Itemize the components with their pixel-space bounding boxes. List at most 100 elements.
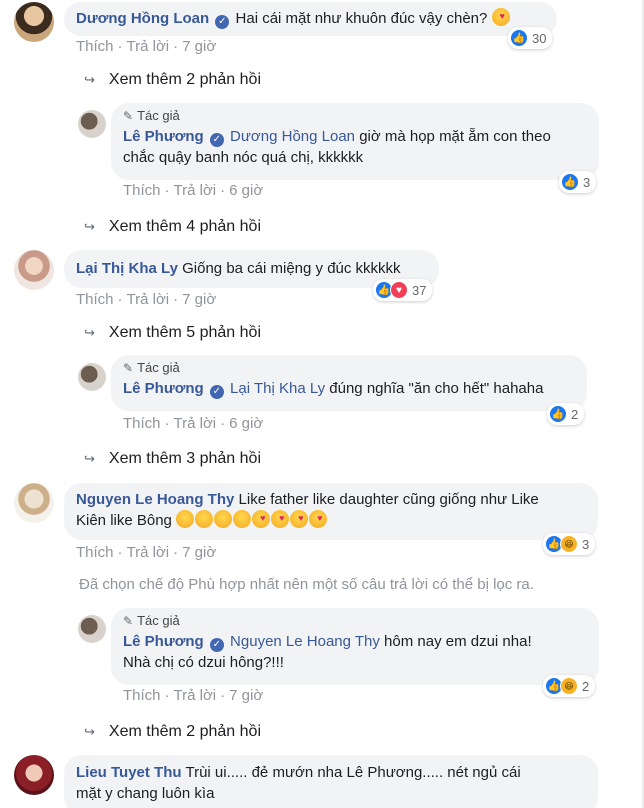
avatar[interactable] xyxy=(78,363,106,391)
comment-author[interactable]: Nguyen Le Hoang Thy xyxy=(76,491,234,508)
reply-link[interactable]: Trả lời xyxy=(174,415,217,432)
mention-link[interactable]: Dương Hồng Loan xyxy=(230,128,355,145)
comment-author[interactable]: Lê Phương xyxy=(123,633,204,650)
like-reaction-icon: 👍 xyxy=(561,173,579,191)
haha-reaction-icon: 😆 xyxy=(560,535,578,553)
reply-bubble: ✎ Tác giả Lê Phương ✓ Nguyen Le Hoang Thy… xyxy=(111,608,599,685)
comment-time[interactable]: 7 giờ xyxy=(182,544,216,561)
avatar[interactable] xyxy=(78,110,106,138)
smiling-hearts-emoji-icon xyxy=(252,508,271,529)
reply-arrow-icon: ↪ xyxy=(84,325,95,340)
comment-actions: Thích · Trả lời · 7 giờ xyxy=(123,687,264,704)
comment-text: chắc quậy banh nóc quá chị, kkkkkk xyxy=(123,149,364,166)
comment-text: mặt y chang luôn kìa xyxy=(76,785,215,802)
like-link[interactable]: Thích xyxy=(76,544,114,561)
reply-arrow-icon: ↪ xyxy=(84,724,95,739)
heart-eyes-emoji-icon xyxy=(491,6,510,27)
comment-text: Giống ba cái miệng y đúc kkkkkk xyxy=(182,260,401,277)
reply-link[interactable]: Trả lời xyxy=(127,38,170,55)
comment-author[interactable]: Lại Thị Kha Ly xyxy=(76,260,178,277)
comment-author[interactable]: Dương Hồng Loan xyxy=(76,10,209,27)
comment-time[interactable]: 6 giờ xyxy=(229,415,263,432)
view-more-replies[interactable]: ↪ Xem thêm 3 phản hồi xyxy=(84,450,261,468)
laughing-emoji-icon xyxy=(195,510,214,528)
verified-badge-icon: ✓ xyxy=(209,638,224,652)
emoji-row xyxy=(176,508,328,529)
comment-author[interactable]: Lê Phương xyxy=(123,128,204,145)
avatar[interactable] xyxy=(14,250,54,290)
author-badge: ✎ Tác giả xyxy=(123,613,180,628)
laughing-emoji-icon xyxy=(176,510,195,528)
avatar[interactable] xyxy=(78,615,106,643)
smiling-hearts-emoji-icon xyxy=(290,508,309,529)
comment-text: giờ mà họp mặt ẵm con theo xyxy=(359,128,551,145)
pen-icon: ✎ xyxy=(123,361,134,375)
reaction-summary[interactable]: 👍 30 xyxy=(508,27,553,49)
reaction-summary[interactable]: 👍 3 xyxy=(559,171,597,193)
like-link[interactable]: Thích xyxy=(123,182,161,199)
comment-actions: Thích · Trả lời · 6 giờ xyxy=(123,415,264,432)
avatar[interactable] xyxy=(14,2,54,42)
reply-bubble: ✎ Tác giả Lê Phương ✓ Lại Thị Kha Ly đúng… xyxy=(111,355,587,411)
pen-icon: ✎ xyxy=(123,614,134,628)
view-more-replies[interactable]: ↪ Xem thêm 2 phản hồi xyxy=(84,723,261,741)
comment-actions: Thích · Trả lời · 7 giờ xyxy=(76,291,217,308)
love-reaction-icon: ♥ xyxy=(390,281,408,299)
comment-actions: Thích · Trả lời · 7 giờ xyxy=(76,38,217,55)
reply-arrow-icon: ↪ xyxy=(84,219,95,234)
pen-icon: ✎ xyxy=(123,109,134,123)
comment-text: đúng nghĩa "ăn cho hết" hahaha xyxy=(329,380,544,397)
reply-link[interactable]: Trả lời xyxy=(174,687,217,704)
like-link[interactable]: Thích xyxy=(123,415,161,432)
comment-text: Kiên like Bông xyxy=(76,512,172,529)
reply-link[interactable]: Trả lời xyxy=(127,544,170,561)
author-badge: ✎ Tác giả xyxy=(123,360,180,375)
reaction-summary[interactable]: 👍 ♥ 37 xyxy=(373,279,433,301)
author-badge: ✎ Tác giả xyxy=(123,108,180,123)
comment-bubble: Dương Hồng Loan ✓ Hai cái mặt như khuôn … xyxy=(64,2,557,36)
mention-link[interactable]: Lại Thị Kha Ly xyxy=(230,380,325,397)
comment-actions: Thích · Trả lời · 6 giờ xyxy=(123,182,264,199)
view-more-replies[interactable]: ↪ Xem thêm 5 phản hồi xyxy=(84,324,261,342)
avatar[interactable] xyxy=(14,483,54,523)
verified-badge-icon: ✓ xyxy=(209,133,224,147)
reaction-summary[interactable]: 👍 😆 2 xyxy=(543,675,596,697)
reaction-count: 37 xyxy=(412,282,427,298)
reply-link[interactable]: Trả lời xyxy=(174,182,217,199)
reaction-count: 2 xyxy=(582,678,590,694)
comment-time[interactable]: 7 giờ xyxy=(229,687,263,704)
reaction-summary[interactable]: 👍 2 xyxy=(547,403,585,425)
laughing-emoji-icon xyxy=(233,510,252,528)
reply-link[interactable]: Trả lời xyxy=(127,291,170,308)
comment-time[interactable]: 6 giờ xyxy=(229,182,263,199)
like-link[interactable]: Thích xyxy=(76,291,114,308)
comment-text: Like father like daughter cũng giống như… xyxy=(238,491,539,508)
reply-arrow-icon: ↪ xyxy=(84,451,95,466)
comment-bubble: Lieu Tuyet Thu Trùi ui..... đẻ mướn nha … xyxy=(64,755,598,808)
comment-text: Nhà chị có dzui hông?!!! xyxy=(123,654,284,671)
filter-note: Đã chọn chế độ Phù hợp nhất nên một số c… xyxy=(79,576,534,593)
like-link[interactable]: Thích xyxy=(123,687,161,704)
reaction-count: 30 xyxy=(532,30,547,46)
view-more-replies[interactable]: ↪ Xem thêm 2 phản hồi xyxy=(84,71,261,89)
like-reaction-icon: 👍 xyxy=(549,405,567,423)
comment-text: Hai cái mặt như khuôn đúc vậy chèn? xyxy=(235,10,488,27)
comment-author[interactable]: Lê Phương xyxy=(123,380,204,397)
view-more-replies[interactable]: ↪ Xem thêm 4 phản hồi xyxy=(84,218,261,236)
comment-author[interactable]: Lieu Tuyet Thu xyxy=(76,764,182,781)
comment-time[interactable]: 7 giờ xyxy=(182,291,216,308)
comment-text: hôm nay em dzui nha! xyxy=(384,633,532,650)
reaction-count: 2 xyxy=(571,406,579,422)
mention-link[interactable]: Nguyen Le Hoang Thy xyxy=(230,633,380,650)
comment-bubble: Nguyen Le Hoang Thy Like father like dau… xyxy=(64,483,598,540)
reaction-count: 3 xyxy=(582,536,590,552)
verified-badge-icon: ✓ xyxy=(215,15,230,29)
comment-text: Trùi ui..... đẻ mướn nha Lê Phương..... … xyxy=(185,764,521,781)
avatar[interactable] xyxy=(14,755,54,795)
reaction-summary[interactable]: 👍 😆 3 xyxy=(543,533,596,555)
like-link[interactable]: Thích xyxy=(76,38,114,55)
verified-badge-icon: ✓ xyxy=(209,385,224,399)
comment-time[interactable]: 7 giờ xyxy=(182,38,216,55)
reaction-count: 3 xyxy=(583,174,591,190)
laughing-emoji-icon xyxy=(214,510,233,528)
